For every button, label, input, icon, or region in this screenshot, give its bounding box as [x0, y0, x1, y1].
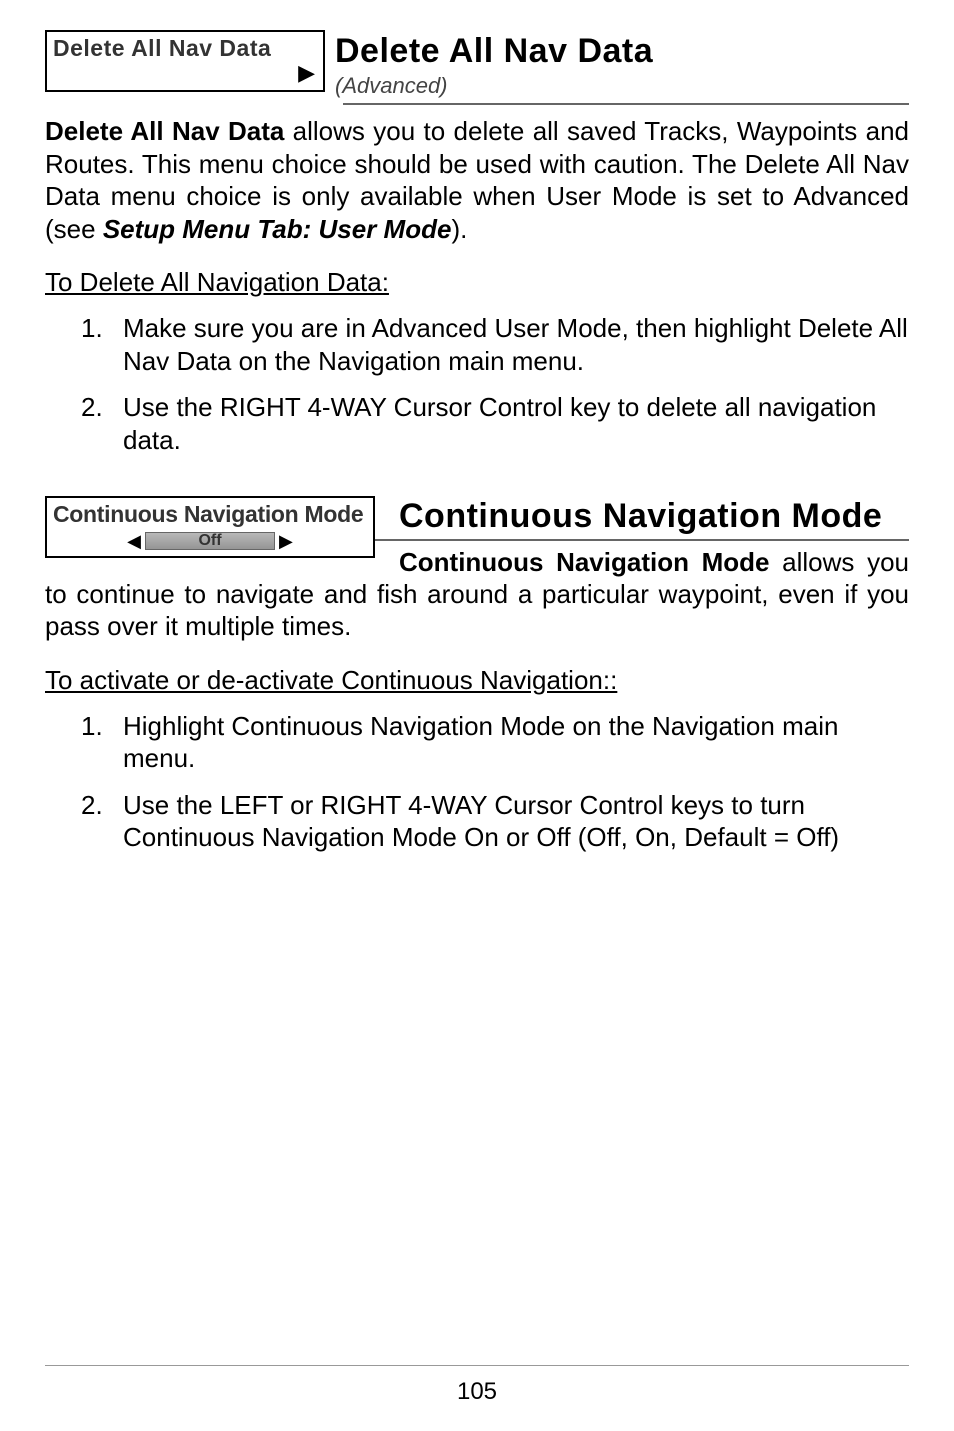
section-1-title: Delete All Nav Data	[335, 32, 909, 71]
section-1-subheading: To Delete All Navigation Data:	[45, 267, 909, 298]
section-1-subtitle: (Advanced)	[335, 73, 909, 99]
page-number: 105	[457, 1378, 497, 1405]
section-2-list: Highlight Continuous Navigation Mode on …	[45, 710, 909, 854]
triangle-right-icon: ▶	[279, 531, 293, 552]
section-2-subheading: To activate or de-activate Continuous Na…	[45, 665, 909, 696]
section-1-header: Delete All Nav Data ▶ Delete All Nav Dat…	[45, 30, 909, 99]
continuous-nav-menu-box: Continuous Navigation Mode ◀ Off ▶	[45, 496, 375, 558]
section-1-body: Delete All Nav Data allows you to delete…	[45, 115, 909, 245]
delete-nav-data-menu-box: Delete All Nav Data ▶	[45, 30, 325, 92]
section-2: Continuous Navigation Mode ◀ Off ▶ Conti…	[45, 496, 909, 665]
section-1-title-block: Delete All Nav Data (Advanced)	[335, 30, 909, 99]
list-item: Highlight Continuous Navigation Mode on …	[45, 710, 909, 775]
off-control: ◀ Off ▶	[47, 526, 373, 556]
body-italic: Setup Menu Tab: User Mode	[103, 214, 452, 244]
list-item: Make sure you are in Advanced User Mode,…	[45, 312, 909, 377]
title-underline	[343, 103, 909, 105]
section-2-float-box: Continuous Navigation Mode ◀ Off ▶	[45, 496, 385, 558]
body-bold-prefix: Delete All Nav Data	[45, 116, 284, 146]
section-1-list: Make sure you are in Advanced User Mode,…	[45, 312, 909, 456]
menu-box-label: Delete All Nav Data	[47, 32, 323, 65]
body-text-2: ).	[451, 214, 467, 244]
list-item: Use the RIGHT 4-WAY Cursor Control key t…	[45, 391, 909, 456]
page-footer: 105	[45, 1365, 909, 1406]
list-item: Use the LEFT or RIGHT 4-WAY Cursor Contr…	[45, 789, 909, 854]
arrow-right-icon: ▶	[298, 60, 315, 86]
section-2-bold-prefix: Continuous Navigation Mode	[399, 547, 770, 577]
triangle-left-icon: ◀	[127, 531, 141, 552]
off-bar: Off	[145, 532, 275, 550]
